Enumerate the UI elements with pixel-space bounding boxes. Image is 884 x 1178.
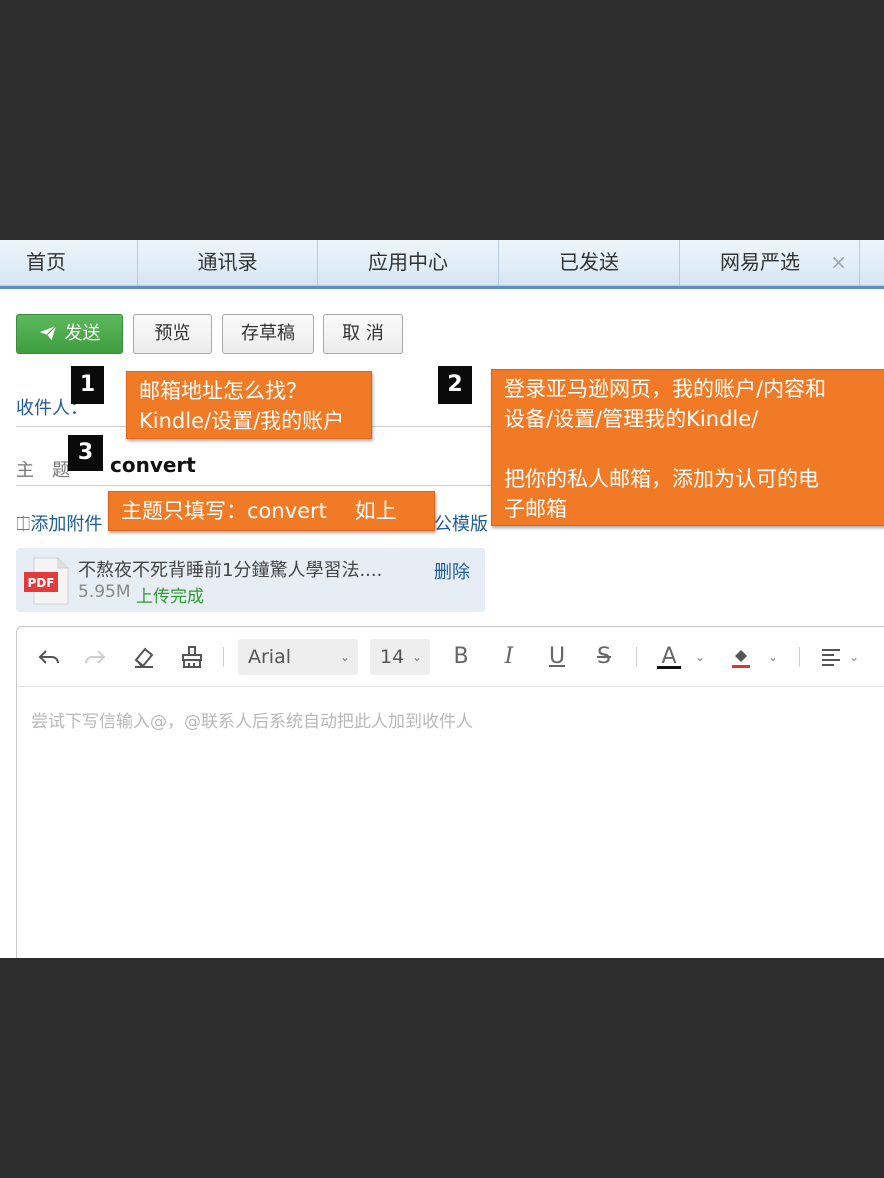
attachment-size: 5.95M <box>78 582 131 602</box>
align-icon[interactable] <box>819 645 843 669</box>
callout-spacer <box>504 434 878 464</box>
callout-line: Kindle/设置/我的账户 <box>139 409 345 433</box>
step-badge-2: 2 <box>438 366 472 404</box>
editor-placeholder: 尝试下写信输入@，@联系人后系统自动把此人加到收件人 <box>31 712 473 732</box>
attachment-card: PDF 不熬夜不死背睡前1分鐘驚人學習法.... 5.95M 上传完成 删除 <box>16 548 485 612</box>
toolbar-divider <box>636 647 637 667</box>
toolbar-divider <box>223 647 224 667</box>
undo-icon[interactable] <box>37 645 61 669</box>
chevron-down-icon[interactable]: ⌄ <box>695 645 705 669</box>
pdf-file-icon: PDF <box>24 557 69 605</box>
highlight-color-icon[interactable] <box>729 645 753 669</box>
underline-icon[interactable]: U <box>545 645 569 669</box>
callout-line: 邮箱地址怎么找？ <box>139 379 307 403</box>
preview-button[interactable]: 预览 <box>133 314 212 354</box>
subject-label: 主 题 <box>16 460 70 481</box>
svg-text:PDF: PDF <box>28 576 55 590</box>
tab-home[interactable]: 首页 <box>0 240 138 286</box>
font-family-value: Arial <box>248 646 292 668</box>
tab-label: 通讯录 <box>197 250 258 274</box>
tab-sent[interactable]: 已发送 <box>499 240 680 286</box>
chevron-down-icon: ⌄ <box>339 650 350 664</box>
cancel-button[interactable]: 取 消 <box>323 314 403 354</box>
font-family-select[interactable]: Arial ⌄ <box>238 639 358 675</box>
attachment-status: 上传完成 <box>136 587 204 607</box>
tab-yanxuan[interactable]: 网易严选 × <box>680 240 860 286</box>
step-badge-1: 1 <box>71 366 104 404</box>
toolbar-divider <box>799 647 800 667</box>
callout-email-location: 邮箱地址怎么找？ Kindle/设置/我的账户 <box>126 371 372 439</box>
template-link[interactable]: 公模版 <box>434 510 488 536</box>
compose-window: 首页 通讯录 应用中心 已发送 网易严选 × 发送 预览 存草稿 取 消 收件人… <box>0 240 884 958</box>
callout-subject-hint: 主题只填写：convert 如上 <box>108 491 435 531</box>
strikethrough-icon[interactable]: S <box>592 645 616 669</box>
editor-toolbar: Arial ⌄ 14 ⌄ B I U S A ⌄ ⌄ ⌄ <box>17 627 884 687</box>
callout-line: 把你的私人邮箱，添加为认可的电 <box>504 467 819 491</box>
tab-label: 首页 <box>26 250 66 274</box>
add-attachment-label: 添加附件 <box>30 514 103 535</box>
italic-icon[interactable]: I <box>497 645 521 669</box>
font-color-icon[interactable]: A <box>657 645 681 669</box>
chevron-down-icon: ⌄ <box>411 650 422 664</box>
tab-contacts[interactable]: 通讯录 <box>138 240 318 286</box>
font-size-select[interactable]: 14 ⌄ <box>370 639 430 675</box>
chevron-down-icon[interactable]: ⌄ <box>849 645 859 669</box>
paperclip-icon: ⎅ <box>16 514 31 535</box>
callout-line: 登录亚马逊网页，我的账户/内容和 <box>504 377 827 401</box>
tab-bar: 首页 通讯录 应用中心 已发送 网易严选 × <box>0 240 884 286</box>
subject-underline <box>16 485 496 486</box>
format-painter-icon[interactable] <box>180 645 204 669</box>
subject-input[interactable]: convert <box>110 453 196 477</box>
redo-icon[interactable] <box>83 645 107 669</box>
step-badge-3: 3 <box>68 435 103 471</box>
tab-label: 应用中心 <box>368 250 448 274</box>
delete-attachment-link[interactable]: 删除 <box>434 558 470 584</box>
add-attachment-link[interactable]: ⎅添加附件 <box>16 510 102 536</box>
bold-icon[interactable]: B <box>449 645 473 669</box>
save-draft-button[interactable]: 存草稿 <box>222 314 314 354</box>
send-button[interactable]: 发送 <box>16 314 123 354</box>
eraser-icon[interactable] <box>132 645 156 669</box>
chevron-down-icon[interactable]: ⌄ <box>768 645 778 669</box>
close-icon[interactable]: × <box>830 240 847 284</box>
attachment-name: 不熬夜不死背睡前1分鐘驚人學習法.... <box>78 560 383 581</box>
paper-plane-icon <box>39 325 56 341</box>
callout-amazon-steps: 登录亚马逊网页，我的账户/内容和 设备/设置/管理我的Kindle/ 把你的私人… <box>491 369 884 526</box>
tab-label: 已发送 <box>559 250 619 274</box>
send-label: 发送 <box>64 323 101 344</box>
tab-app-center[interactable]: 应用中心 <box>318 240 499 286</box>
mail-editor[interactable]: Arial ⌄ 14 ⌄ B I U S A ⌄ ⌄ ⌄ 尝试下写信输入@，@联系人… <box>16 626 884 958</box>
tab-underline <box>0 286 884 289</box>
callout-line: 子邮箱 <box>504 497 567 521</box>
callout-line: 设备/设置/管理我的Kindle/ <box>504 407 759 431</box>
font-size-value: 14 <box>380 646 405 668</box>
